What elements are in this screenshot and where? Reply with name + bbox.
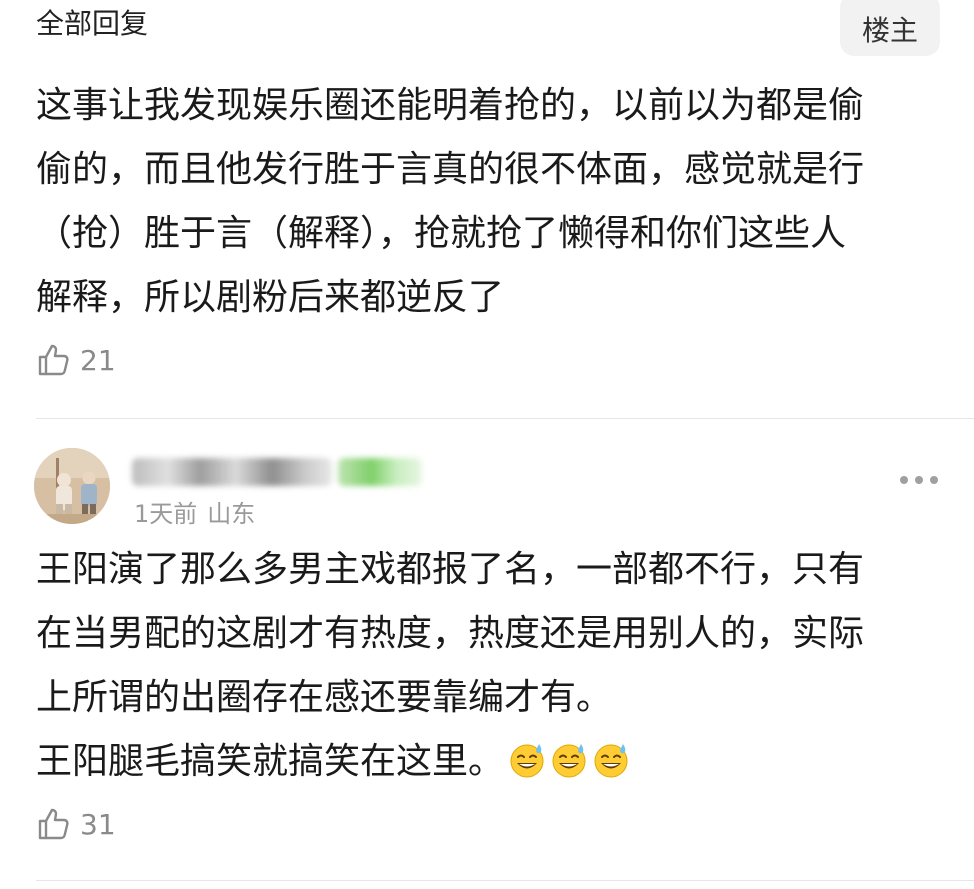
comment-meta: 1天前 山东 (134, 494, 255, 529)
avatar-image (34, 448, 110, 524)
divider (36, 418, 974, 419)
sweat-smile-emoji (552, 744, 586, 778)
avatar[interactable] (34, 448, 110, 524)
redacted-name (132, 458, 332, 486)
thumbs-up-icon (38, 808, 69, 840)
comment-line: （抢）胜于言（解释），抢就抢了懒得和你们这些人 (36, 213, 847, 254)
username-redacted[interactable] (132, 454, 422, 490)
all-replies-label: 全部回复 (36, 7, 149, 40)
more-options-icon[interactable] (900, 476, 938, 484)
comment-line-with-emoji: 王阳腿毛搞笑就搞笑在这里。 (36, 730, 864, 794)
comment-line: 解释，所以剧粉后来都逆反了 (36, 277, 505, 318)
comment-line: 偷的，而且他发行胜于言真的很不体面，感觉就是行 (36, 149, 865, 190)
comment-line: 在当男配的这剧才有热度，热度还是用别人的，实际 (36, 613, 865, 654)
comment-location: 山东 (207, 500, 256, 528)
like-count: 21 (80, 343, 116, 377)
like-button[interactable]: 31 (36, 806, 116, 842)
comment-line: 上所谓的出圈存在感还要靠编才有。 (36, 677, 613, 718)
like-button[interactable]: 21 (36, 342, 116, 378)
sweat-smile-emoji (594, 744, 628, 778)
like-count: 31 (80, 807, 116, 841)
redacted-badge (338, 458, 422, 486)
divider (36, 880, 974, 881)
comment-thread: 全部回复 楼主 这事让我发现娱乐圈还能明着抢的，以前以为都是偷 偷的，而且他发行… (0, 0, 974, 889)
comment-body: 这事让我发现娱乐圈还能明着抢的，以前以为都是偷 偷的，而且他发行胜于言真的很不体… (36, 74, 864, 330)
op-badge: 楼主 (840, 0, 940, 56)
sweat-smile-emoji (510, 744, 544, 778)
comment-line: 王阳腿毛搞笑就搞笑在这里。 (36, 741, 505, 782)
thumbs-up-icon (38, 344, 69, 376)
comment-time: 1天前 (134, 500, 198, 528)
comment-body: 王阳演了那么多男主戏都报了名，一部都不行，只有 在当男配的这剧才有热度，热度还是… (36, 538, 864, 794)
comment-line: 这事让我发现娱乐圈还能明着抢的，以前以为都是偷 (36, 85, 865, 126)
comment-line: 王阳演了那么多男主戏都报了名，一部都不行，只有 (36, 549, 865, 590)
